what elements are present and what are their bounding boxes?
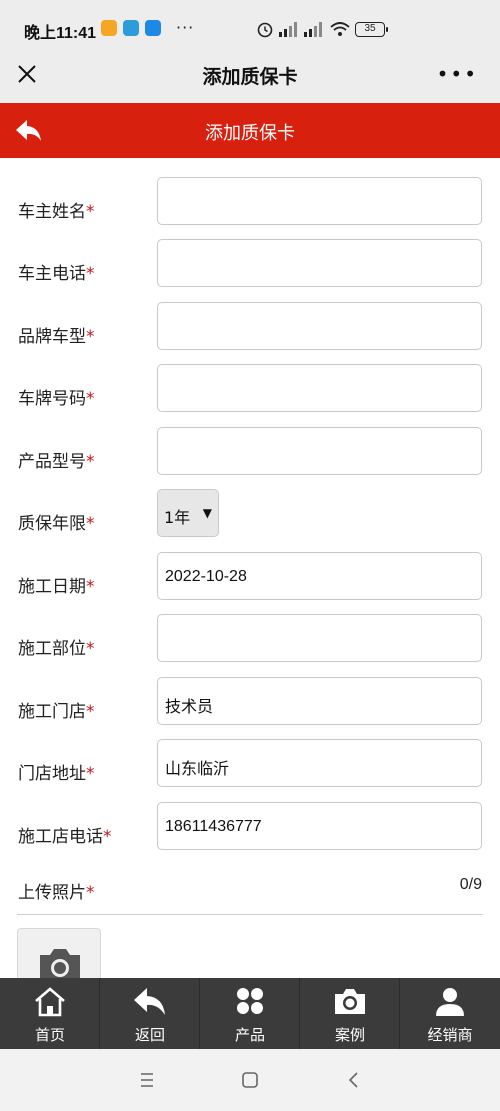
page-title: 添加质保卡 bbox=[205, 123, 295, 144]
warranty-years-value: 1年 bbox=[164, 508, 191, 527]
field-label: 车牌号码* bbox=[18, 389, 95, 409]
more-options-icon[interactable]: ••• bbox=[437, 62, 478, 86]
tab-label: 经销商 bbox=[427, 1026, 473, 1044]
store-input[interactable]: 技术员 bbox=[157, 677, 482, 725]
status-more-icon: ··· bbox=[176, 18, 195, 37]
notification-icons bbox=[101, 20, 161, 36]
signal-icon bbox=[279, 22, 297, 37]
menu-icon[interactable] bbox=[139, 1069, 155, 1091]
tab-label: 产品 bbox=[234, 1026, 265, 1044]
store-phone-input[interactable]: 18611436777 bbox=[157, 802, 482, 850]
page-header: 添加质保卡 bbox=[0, 103, 500, 158]
tab-dealers[interactable]: 经销商 bbox=[400, 978, 500, 1049]
field-label: 施工部位* bbox=[18, 639, 95, 659]
warranty-form: 车主姓名* 车主电话* 品牌车型* 车牌号码* 产品型号* 质保年限* 1年 ▼… bbox=[0, 158, 500, 1008]
tab-cases[interactable]: 案例 bbox=[300, 978, 400, 1049]
form-row-warranty-years: 质保年限* 1年 ▼ bbox=[0, 489, 500, 551]
install-date-input[interactable]: 2022-10-28 bbox=[157, 552, 482, 600]
tab-label: 案例 bbox=[334, 1026, 365, 1044]
field-label: 施工店电话* bbox=[18, 827, 112, 847]
form-row-product-model: 产品型号* bbox=[0, 427, 500, 489]
notification-app-icon bbox=[101, 20, 117, 36]
tab-home[interactable]: 首页 bbox=[0, 978, 100, 1049]
upload-count: 0/9 bbox=[459, 876, 482, 893]
form-row-store: 施工门店* 技术员 bbox=[0, 677, 500, 739]
form-row-owner-phone: 车主电话* bbox=[0, 239, 500, 301]
owner-phone-input[interactable] bbox=[157, 239, 482, 287]
form-row-plate-number: 车牌号码* bbox=[0, 364, 500, 426]
field-label: 车主姓名* bbox=[18, 202, 95, 222]
field-label: 施工门店* bbox=[18, 702, 95, 722]
field-label: 质保年限* bbox=[18, 514, 95, 534]
form-row-store-address: 门店地址* 山东临沂 bbox=[0, 739, 500, 801]
form-row-brand-model: 品牌车型* bbox=[0, 302, 500, 364]
warranty-years-select[interactable]: 1年 ▼ bbox=[157, 489, 219, 537]
owner-name-input[interactable] bbox=[157, 177, 482, 225]
plate-number-input[interactable] bbox=[157, 364, 482, 412]
camera-icon bbox=[335, 989, 365, 1014]
tab-label: 首页 bbox=[34, 1026, 65, 1044]
system-nav-bar bbox=[0, 1049, 500, 1111]
divider bbox=[17, 914, 483, 915]
field-label: 车主电话* bbox=[18, 264, 95, 284]
store-address-input[interactable]: 山东临沂 bbox=[157, 739, 482, 787]
browser-title: 添加质保卡 bbox=[202, 66, 298, 88]
browser-header: 添加质保卡 ••• bbox=[0, 48, 500, 103]
product-model-input[interactable] bbox=[157, 427, 482, 475]
install-part-input[interactable] bbox=[157, 614, 482, 662]
back-icon bbox=[134, 988, 165, 1015]
cloud-sync-app-icon bbox=[145, 20, 161, 36]
form-row-store-phone: 施工店电话* 18611436777 bbox=[0, 802, 500, 864]
grid-icon bbox=[237, 988, 263, 1014]
field-label: 品牌车型* bbox=[18, 327, 95, 347]
status-time: 晚上11:41 bbox=[24, 25, 97, 42]
home-button-icon[interactable] bbox=[241, 1069, 259, 1091]
alarm-icon bbox=[257, 22, 273, 38]
tab-back[interactable]: 返回 bbox=[100, 978, 200, 1049]
form-row-install-date: 施工日期* 2022-10-28 bbox=[0, 552, 500, 614]
home-icon bbox=[35, 987, 65, 1017]
back-button-icon[interactable] bbox=[346, 1069, 362, 1091]
field-label: 产品型号* bbox=[18, 452, 95, 472]
tab-products[interactable]: 产品 bbox=[200, 978, 300, 1049]
field-label: 门店地址* bbox=[18, 764, 95, 784]
wifi-icon bbox=[330, 22, 350, 36]
upload-label: 上传照片* bbox=[18, 883, 95, 903]
bottom-tab-bar: 首页 返回 产品 案例 经销商 bbox=[0, 978, 500, 1049]
user-icon bbox=[436, 988, 464, 1016]
tab-label: 返回 bbox=[134, 1026, 165, 1044]
signal-2-icon bbox=[304, 22, 322, 37]
brand-model-input[interactable] bbox=[157, 302, 482, 350]
form-row-install-part: 施工部位* bbox=[0, 614, 500, 676]
cloud-app-icon bbox=[123, 20, 139, 36]
form-row-owner-name: 车主姓名* bbox=[0, 177, 500, 239]
battery-icon: 35 bbox=[355, 22, 388, 37]
dropdown-caret-icon: ▼ bbox=[202, 506, 212, 520]
field-label: 施工日期* bbox=[18, 577, 95, 597]
